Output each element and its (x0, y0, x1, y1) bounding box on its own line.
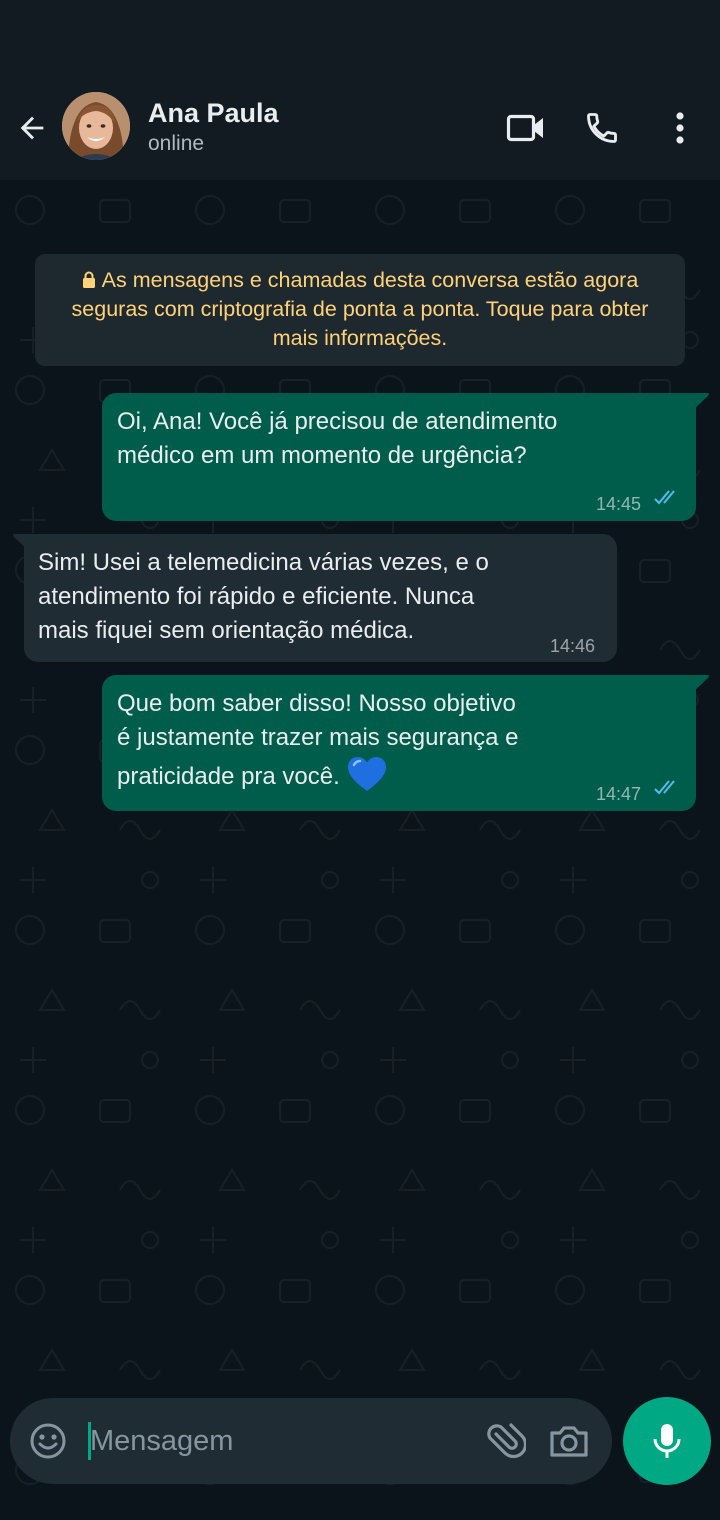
more-vertical-icon (676, 112, 684, 144)
chat-area[interactable]: As mensagens e chamadas desta conversa e… (0, 180, 720, 1520)
lock-icon (82, 271, 95, 288)
more-options-button[interactable] (664, 106, 696, 150)
message-line: mais fiquei sem orientação médica. (38, 617, 415, 644)
message-outgoing[interactable]: Que bom saber disso! Nosso objetivo é ju… (102, 675, 696, 811)
microphone-icon (653, 1424, 681, 1458)
message-composer (10, 1398, 612, 1484)
arrow-left-icon (20, 116, 44, 140)
contact-name[interactable]: Ana Paula (148, 98, 279, 129)
phone-icon (587, 113, 617, 143)
message-line: Que bom saber disso! Nosso objetivo (117, 690, 516, 717)
message-time: 14:45 (596, 494, 642, 514)
message-line: Sim! Usei a telemedicina várias vezes, e… (38, 549, 489, 576)
voice-message-button[interactable] (623, 1397, 711, 1485)
message-line: atendimento foi rápido e eficiente. Nunc… (38, 583, 475, 610)
message-time: 14:47 (596, 784, 642, 804)
voice-call-button[interactable] (580, 106, 624, 150)
encryption-notice[interactable]: As mensagens e chamadas desta conversa e… (35, 254, 685, 366)
message-text: Oi, Ana! Você já precisou de atendimento… (117, 405, 557, 473)
back-button[interactable] (12, 108, 52, 148)
message-text: Que bom saber disso! Nosso objetivo é ju… (117, 687, 519, 794)
encryption-notice-text: As mensagens e chamadas desta conversa e… (71, 268, 649, 350)
video-call-button[interactable] (502, 108, 550, 148)
camera-icon[interactable] (548, 1420, 590, 1462)
message-input[interactable] (80, 1416, 470, 1466)
video-camera-icon (506, 114, 543, 142)
smiley-icon[interactable] (28, 1421, 68, 1461)
paperclip-icon[interactable] (480, 1418, 526, 1464)
blue-heart-emoji (348, 757, 387, 791)
avatar-image (62, 92, 130, 160)
contact-avatar[interactable] (62, 92, 130, 160)
message-line: praticidade pra você. (117, 763, 340, 790)
chat-wallpaper (0, 180, 720, 1520)
message-line: médico em um momento de urgência? (117, 442, 527, 469)
read-receipt-icon (654, 780, 675, 795)
message-line-with-emoji: praticidade pra você. (117, 755, 519, 794)
message-line: Oi, Ana! Você já precisou de atendimento (117, 408, 558, 435)
message-outgoing[interactable]: Oi, Ana! Você já precisou de atendimento… (102, 393, 696, 521)
message-text: Sim! Usei a telemedicina várias vezes, e… (38, 546, 489, 648)
status-bar (0, 0, 720, 80)
contact-status: online (148, 132, 205, 155)
message-line: é justamente trazer mais segurança e (117, 724, 519, 751)
message-time: 14:46 (550, 636, 596, 656)
read-receipt-icon (654, 490, 675, 505)
chat-header: Ana Paula online (0, 80, 720, 180)
message-incoming[interactable]: Sim! Usei a telemedicina várias vezes, e… (24, 534, 617, 662)
